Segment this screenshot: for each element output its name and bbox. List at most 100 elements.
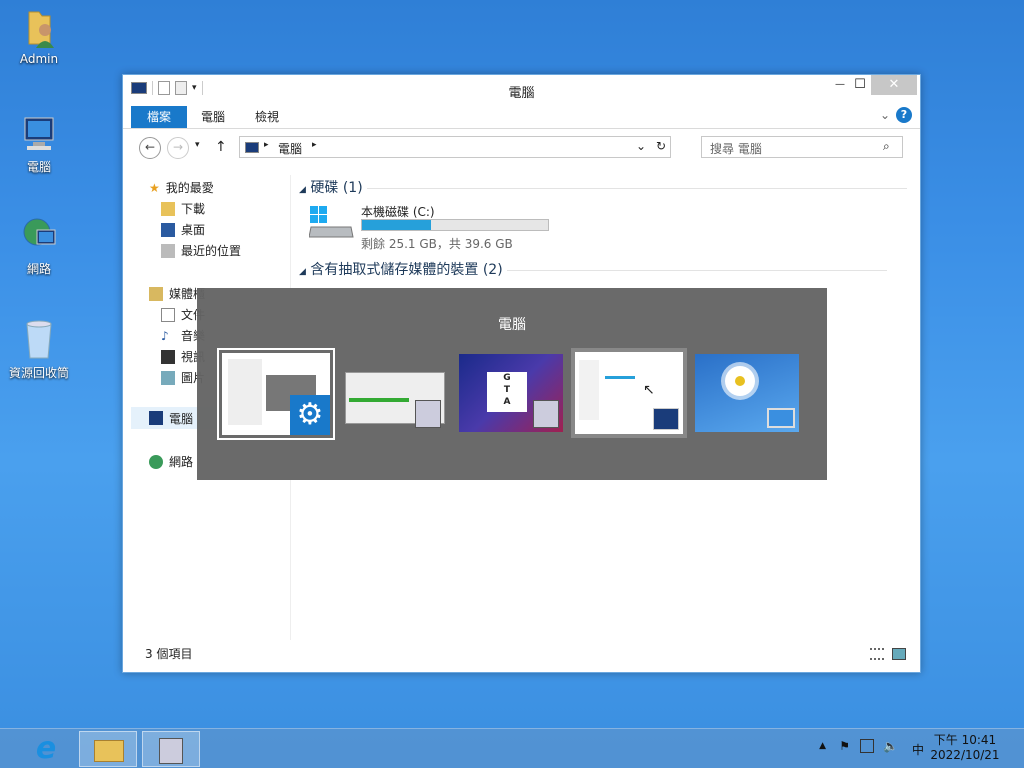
address-bar-row: ← → ▾ ↑ ▸ 電腦 ▸ ⌄ ↻ 搜尋 電腦 ⌕ [131,135,912,161]
taskbar-file-explorer[interactable] [79,731,137,767]
desktop-icon-admin[interactable]: Admin [4,6,74,66]
computer-small-icon [245,142,259,153]
nav-label: 最近的位置 [181,244,242,258]
search-icon: ⌕ [883,139,890,153]
desktop-icon-computer[interactable]: 電腦 [4,112,74,175]
section-header-hdd[interactable]: ◢ 硬碟 (1) [299,177,908,197]
drive-name: 本機磁碟 (C:) [361,205,435,219]
nav-network[interactable]: 網路 [149,453,193,470]
collapse-icon: ◢ [299,267,306,277]
address-box[interactable]: ▸ 電腦 ▸ ⌄ ↻ [239,136,671,158]
forward-button[interactable]: → [167,137,189,159]
nav-recent[interactable]: 最近的位置 [161,242,241,259]
installer-icon [533,400,559,428]
nav-label: 網路 [169,455,194,469]
computer-icon [653,408,679,430]
computer-icon [19,112,59,156]
file-explorer-icon [94,740,124,762]
help-icon[interactable]: ? [896,107,912,123]
tab-file[interactable]: 檔案 [131,106,188,128]
nav-downloads[interactable]: 下載 [161,200,205,217]
collapse-icon: ◢ [299,185,306,195]
search-input[interactable]: 搜尋 電腦 [701,136,903,158]
close-button[interactable]: ✕ [871,75,917,95]
videos-icon [161,349,175,364]
volume-muted-icon[interactable]: 🔈 [883,739,898,753]
clock-time: 下午 10:41 [933,733,997,747]
status-bar-text: 3 個項目 [145,647,193,661]
switcher-thumb-desktop[interactable] [691,350,803,436]
window-title: 電腦 [508,86,535,101]
nav-label: 電腦 [169,411,194,426]
title-bar[interactable]: ▾ 電腦 — ☐ ✕ [123,75,920,103]
back-button[interactable]: ← [139,137,161,159]
installer-icon [415,400,441,428]
address-dropdown-icon[interactable]: ⌄ [636,139,646,153]
computer-icon [149,411,163,425]
expand-ribbon-icon[interactable]: ⌄ [880,108,890,122]
up-button[interactable]: ↑ [215,139,227,155]
hard-drive-icon [308,205,355,241]
desktop-icon-label: Admin [19,52,59,66]
section-title: 含有抽取式儲存媒體的裝置 (2) [310,262,503,278]
internet-explorer-icon[interactable]: e [30,733,62,765]
clock[interactable]: 下午 10:41 2022/10/21 [930,733,1000,763]
desktop-icon-recycle-bin[interactable]: 資源回收筒 [4,318,74,381]
desktop-icon [161,222,175,237]
user-folder-icon [19,6,59,50]
switcher-thumb-control-panel[interactable]: ⚙ [217,348,335,440]
view-large-icons-icon[interactable] [892,648,906,660]
tab-view[interactable]: 檢視 [239,106,295,128]
network-icon [149,454,163,469]
action-center-flag-icon[interactable]: ⚑ [839,739,850,753]
nav-desktop[interactable]: 桌面 [161,221,205,238]
breadcrumb-chevron-icon[interactable]: ▸ [264,140,269,150]
nav-label: 我的最愛 [165,181,214,195]
drive-usage-fill [362,220,431,230]
downloads-icon [161,201,175,216]
section-title: 硬碟 (1) [310,180,363,196]
music-icon: ♪ [161,328,169,343]
switcher-thumb-game[interactable]: GTA [455,350,567,436]
show-hidden-icons-icon[interactable]: ▲ [819,741,826,751]
desktop-icon-label: 資源回收筒 [8,366,69,380]
nav-label: 下載 [181,202,206,216]
switcher-title: 電腦 [498,317,526,333]
desktop-monitor-icon [767,408,795,428]
pictures-icon [161,370,175,385]
drive-c[interactable]: 本機磁碟 (C:) 剩餘 25.1 GB，共 39.6 GB [308,201,569,251]
taskbar-installer[interactable] [142,731,200,767]
ime-indicator[interactable]: 中 [912,741,924,758]
section-header-removable[interactable]: ◢ 含有抽取式儲存媒體的裝置 (2) [299,259,888,279]
installer-icon [159,738,183,764]
mouse-cursor-icon: ↖ [643,382,655,398]
nav-label: 桌面 [181,223,206,237]
daisy-flower-icon [725,366,755,396]
desktop-icon-label: 電腦 [26,160,51,174]
switcher-thumb-explorer[interactable]: ↖ [571,348,687,438]
desktop-icon-label: 網路 [26,262,51,276]
tab-computer[interactable]: 電腦 [185,106,241,128]
libraries-icon [149,286,163,301]
breadcrumb-chevron-icon[interactable]: ▸ [312,140,317,150]
recent-places-icon [161,243,175,258]
task-switcher: 電腦 ⚙ GTA ↖ [197,288,827,480]
recent-locations-icon[interactable]: ▾ [195,140,200,150]
recycle-bin-icon [19,318,59,362]
view-details-icon[interactable] [870,648,884,660]
switcher-thumb-installer[interactable] [337,350,449,436]
documents-icon [161,307,175,322]
taskbar: e ▲ ⚑ 🔈 中 下午 10:41 2022/10/21 [0,728,1024,768]
network-icon [19,214,59,258]
clock-date: 2022/10/21 [930,748,1000,762]
drive-usage-bar [361,219,549,231]
ribbon-tabs: 檔案 電腦 檢視 ⌄ ? [123,103,920,129]
desktop-icon-network[interactable]: 網路 [4,214,74,277]
breadcrumb-computer[interactable]: 電腦 [278,140,302,157]
settings-gear-icon: ⚙ [290,395,330,435]
drive-info: 剩餘 25.1 GB，共 39.6 GB [361,237,513,251]
star-icon: ★ [149,180,160,195]
refresh-icon[interactable]: ↻ [656,139,666,153]
nav-favorites[interactable]: ★ 我的最愛 [149,179,214,196]
network-status-icon[interactable] [860,739,874,753]
